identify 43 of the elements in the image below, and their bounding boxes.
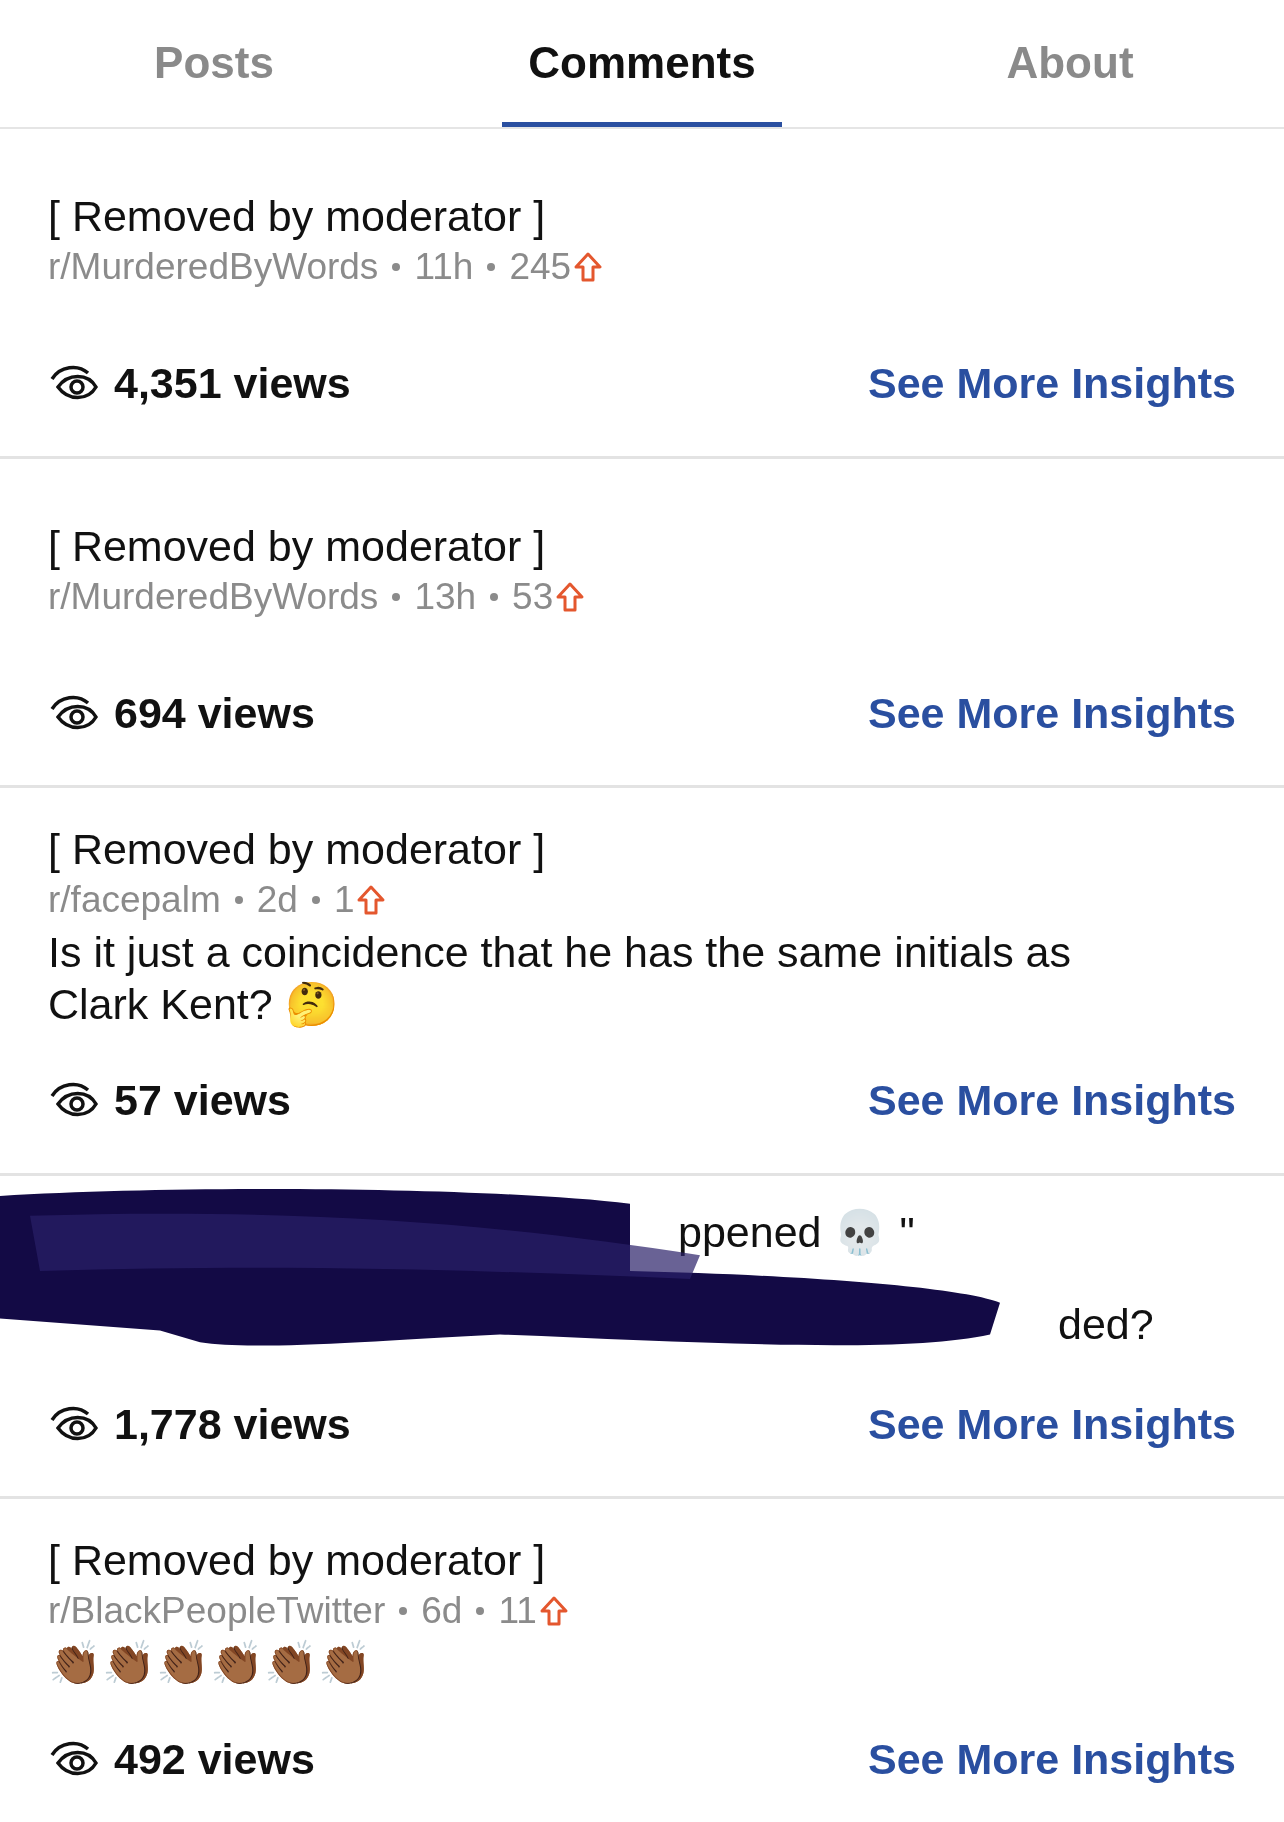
insights-link[interactable]: See More Insights — [868, 1727, 1236, 1792]
separator-dot-icon — [392, 592, 401, 601]
view-count: 694 views — [114, 687, 315, 739]
separator-dot-icon — [392, 263, 401, 271]
subreddit-name: r/MurderedByWords — [48, 245, 379, 289]
subreddit-name: r/BlackPeopleTwitter — [48, 1589, 386, 1633]
upvote-count: 53 — [512, 574, 554, 619]
separator-dot-icon — [399, 1607, 408, 1615]
subreddit-name: r/MurderedByWords — [48, 574, 379, 619]
insights-link[interactable]: See More Insights — [868, 1068, 1236, 1133]
view-count: 57 views — [114, 1075, 291, 1126]
separator-dot-icon — [487, 263, 496, 271]
comment-body: 👏🏾👏🏾👏🏾👏🏾👏🏾👏🏾 — [48, 1638, 373, 1689]
separator-dot-icon — [311, 896, 320, 904]
upvote-count: 1 — [333, 878, 355, 922]
view-count: 4,351 views — [114, 358, 351, 409]
comment-fragment: ded? — [1057, 1298, 1155, 1348]
view-count: 492 views — [114, 1734, 315, 1785]
insights-link[interactable]: See More Insights — [868, 351, 1236, 416]
separator-dot-icon — [234, 896, 243, 904]
subreddit-name: r/facepalm — [48, 878, 221, 922]
comment-age: 13h — [414, 574, 477, 619]
comment-age: 6d — [421, 1589, 463, 1633]
view-count: 1,778 views — [114, 1398, 351, 1450]
comment-title: [ Removed by moderator ] — [48, 1535, 547, 1586]
upvote-icon — [573, 251, 604, 283]
comment-title: [ Removed by moderator ] — [48, 520, 547, 572]
upvote-icon — [555, 580, 586, 613]
upvote-count: 11 — [498, 1589, 537, 1633]
comment-fragment: ppened 💀 " — [677, 1206, 916, 1258]
comment-age: 11h — [414, 245, 474, 289]
tab[interactable]: Comments — [502, 0, 782, 127]
separator-dot-icon — [490, 592, 499, 601]
upvote-count: 245 — [509, 245, 572, 289]
upvote-icon — [356, 884, 387, 916]
separator-dot-icon — [476, 1607, 485, 1615]
comment-title: [ Removed by moderator ] — [48, 191, 547, 242]
upvote-icon — [538, 1595, 569, 1627]
comment-title: [ Removed by moderator ] — [48, 824, 547, 875]
comment-age: 2d — [256, 878, 298, 922]
insights-link[interactable]: See More Insights — [868, 680, 1236, 745]
comment-body: Is it just a coincidence that he has the same initials as Clark Kent? 🤔 — [48, 927, 1072, 1030]
insights-link[interactable]: See More Insights — [868, 1391, 1236, 1456]
